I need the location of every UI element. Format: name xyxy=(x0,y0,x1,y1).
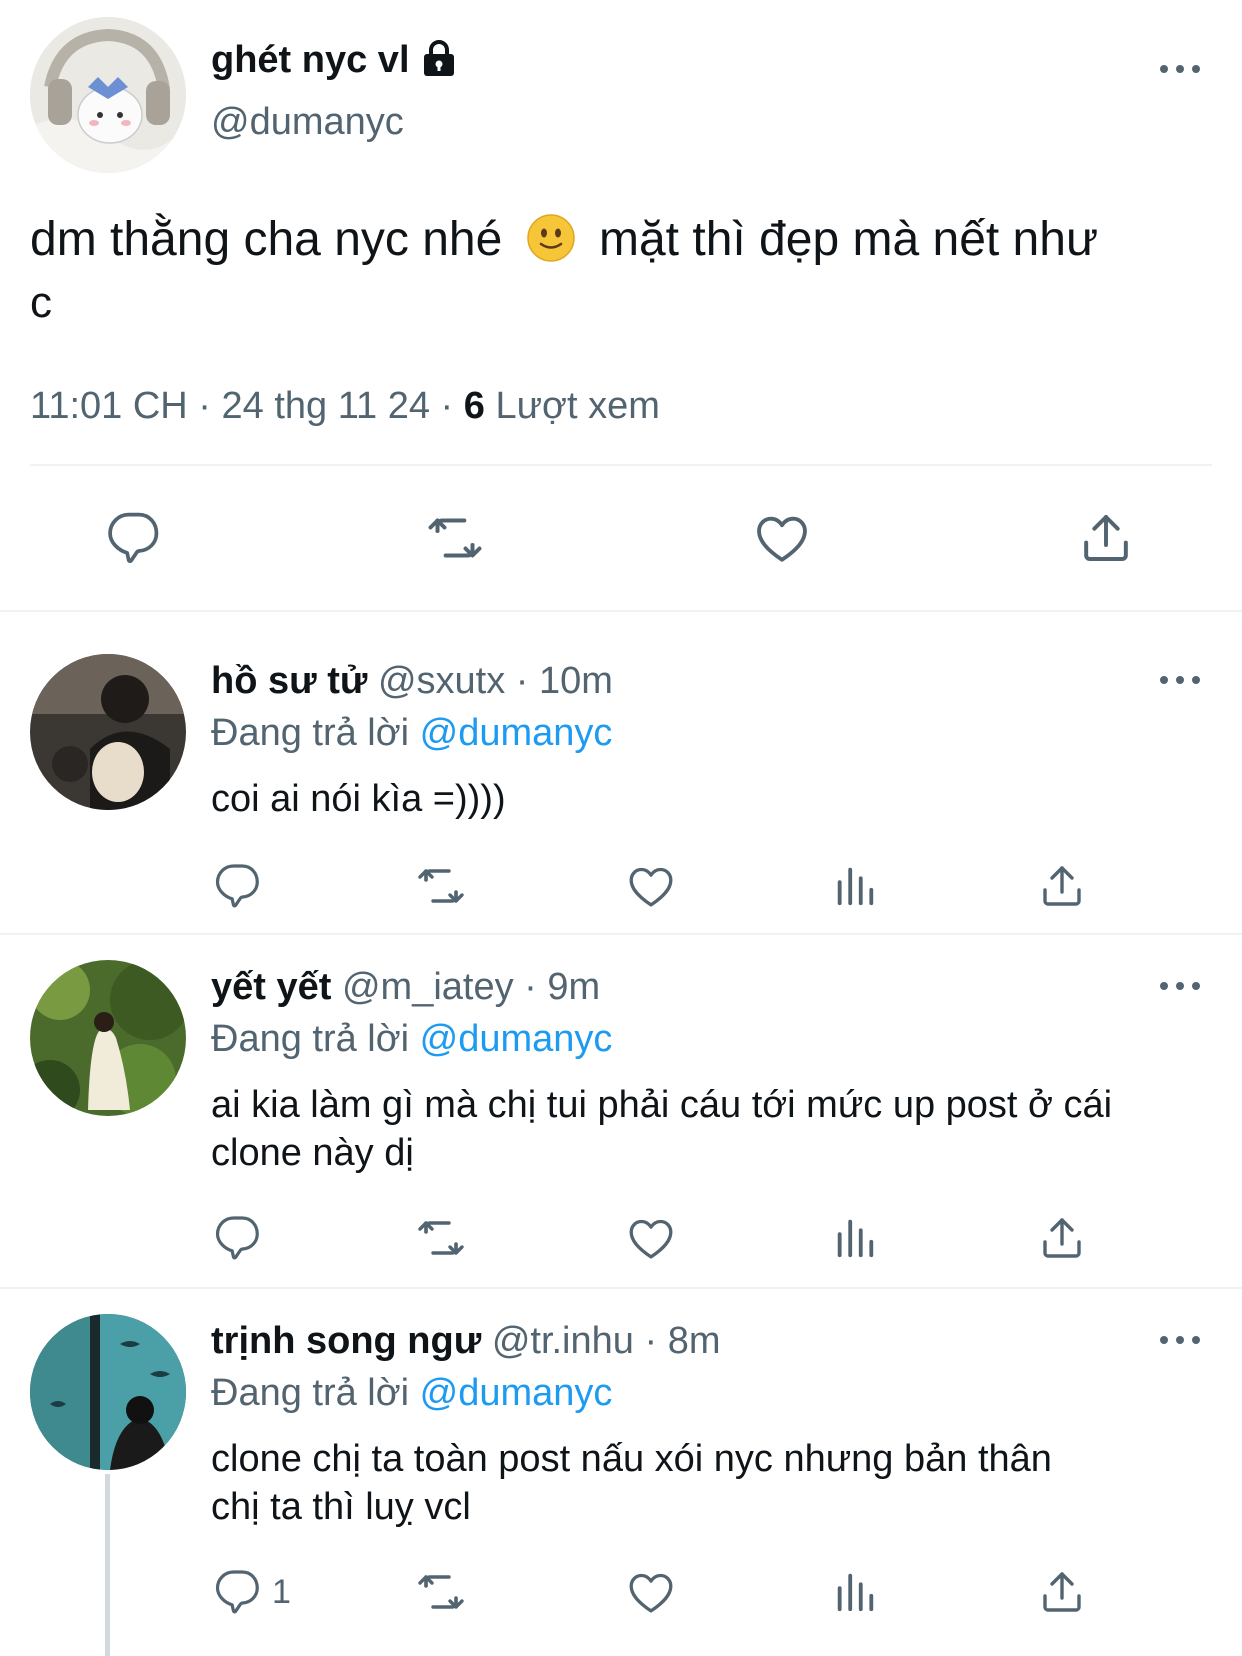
separator: · xyxy=(515,660,529,702)
more-icon[interactable] xyxy=(1160,1333,1200,1347)
tweet-time[interactable]: 11:01 CH xyxy=(30,385,188,427)
reply-text: coi ai nói kìa =)))) xyxy=(211,778,506,820)
divider xyxy=(30,464,1212,466)
divider xyxy=(0,1287,1242,1289)
views-icon xyxy=(832,862,878,910)
main-tweet-text: dm thằng cha nyc nhé mặt thì đẹp mà nết … xyxy=(30,208,1098,272)
retweet-button[interactable] xyxy=(424,510,486,566)
reply-icon xyxy=(214,862,262,910)
separator: · xyxy=(524,966,537,1008)
replying-to-link[interactable]: @dumanyc xyxy=(420,1018,613,1060)
replying-to: Đang trả lời @dumanyc xyxy=(211,1018,612,1061)
views-icon xyxy=(832,1568,878,1616)
more-icon[interactable] xyxy=(1160,62,1200,76)
views-count[interactable]: 6 xyxy=(464,385,485,427)
reply-icon xyxy=(106,510,162,566)
emoji-slight-smile xyxy=(526,213,576,263)
views-button[interactable] xyxy=(832,1568,878,1616)
share-button[interactable] xyxy=(1038,1568,1086,1616)
retweet-button[interactable] xyxy=(414,862,468,910)
replying-to-link[interactable]: @dumanyc xyxy=(420,1372,613,1414)
retweet-icon xyxy=(414,1568,468,1616)
tweet-text-part2: mặt thì đẹp mà nết như xyxy=(599,213,1099,266)
separator: · xyxy=(644,1320,658,1362)
like-button[interactable] xyxy=(753,510,811,568)
reply-avatar[interactable] xyxy=(30,654,186,810)
replying-to: Đang trả lời @dumanyc xyxy=(211,712,612,755)
more-icon[interactable] xyxy=(1160,979,1200,993)
reply-text-line2: chị ta thì luỵ vcl xyxy=(211,1486,471,1528)
reply-count: 1 xyxy=(272,1572,291,1611)
heart-icon xyxy=(626,1214,676,1264)
views-button[interactable] xyxy=(832,862,878,910)
main-author-avatar[interactable] xyxy=(30,17,186,173)
retweet-icon xyxy=(414,862,468,910)
reply-header: trịnh song ngư @tr.inhu · 8m xyxy=(211,1320,720,1363)
reply-author-handle[interactable]: @tr.inhu xyxy=(492,1320,634,1362)
views-button[interactable] xyxy=(832,1214,878,1262)
reply-time[interactable]: 8m xyxy=(668,1320,721,1362)
reply-author-name[interactable]: hồ sư tử xyxy=(211,660,367,702)
reply-text-line1: clone chị ta toàn post nấu xói nyc nhưng… xyxy=(211,1438,1052,1480)
reply-button[interactable] xyxy=(106,510,162,566)
tweet-text-part1: dm thằng cha nyc nhé xyxy=(30,213,503,266)
main-author-name[interactable]: ghét nyc vl xyxy=(211,39,410,82)
reply-text-line2: clone này dị xyxy=(211,1132,414,1174)
like-button[interactable] xyxy=(626,1568,676,1618)
reply-author-handle[interactable]: @sxutx xyxy=(378,660,505,702)
heart-icon xyxy=(753,510,811,568)
reply-header: yết yết @m_iatey · 9m xyxy=(211,966,600,1009)
divider xyxy=(0,933,1242,935)
reply-text-line1: ai kia làm gì mà chị tui phải cáu tới mứ… xyxy=(211,1084,1113,1126)
replying-to-link[interactable]: @dumanyc xyxy=(420,712,613,754)
reply-button[interactable]: 1 xyxy=(214,1568,291,1616)
tweet-text-line2: c xyxy=(30,278,52,327)
thread-line xyxy=(105,1474,110,1656)
heart-icon xyxy=(626,862,676,912)
like-button[interactable] xyxy=(626,1214,676,1264)
reply-button[interactable] xyxy=(214,1214,268,1262)
replying-label: Đang trả lời xyxy=(211,1372,410,1414)
divider xyxy=(0,610,1242,612)
reply-icon xyxy=(214,1214,262,1262)
separator: · xyxy=(198,385,211,427)
reply-author-name[interactable]: yết yết xyxy=(211,966,331,1008)
share-button[interactable] xyxy=(1038,1214,1086,1262)
retweet-button[interactable] xyxy=(414,1568,468,1616)
reply-button[interactable] xyxy=(214,862,268,910)
views-label[interactable]: Lượt xem xyxy=(495,385,659,427)
tweet-date[interactable]: 24 thg 11 24 xyxy=(222,385,430,427)
replying-to: Đang trả lời @dumanyc xyxy=(211,1372,612,1415)
lock-icon xyxy=(422,39,456,82)
like-button[interactable] xyxy=(626,862,676,912)
retweet-icon xyxy=(424,510,486,566)
reply-time[interactable]: 10m xyxy=(539,660,613,702)
share-icon xyxy=(1038,1568,1086,1616)
replying-label: Đang trả lời xyxy=(211,1018,410,1060)
tweet-meta: 11:01 CH · 24 thg 11 24 · 6 Lượt xem xyxy=(30,385,660,428)
heart-icon xyxy=(626,1568,676,1618)
replying-label: Đang trả lời xyxy=(211,712,410,754)
retweet-button[interactable] xyxy=(414,1214,468,1262)
main-author-handle[interactable]: @dumanyc xyxy=(211,101,404,144)
reply-time[interactable]: 9m xyxy=(547,966,600,1008)
reply-author-handle[interactable]: @m_iatey xyxy=(342,966,514,1008)
retweet-icon xyxy=(414,1214,468,1262)
share-icon xyxy=(1078,510,1134,566)
reply-avatar[interactable] xyxy=(30,1314,186,1470)
more-icon[interactable] xyxy=(1160,673,1200,687)
share-icon xyxy=(1038,862,1086,910)
views-icon xyxy=(832,1214,878,1262)
share-button[interactable] xyxy=(1078,510,1134,566)
share-button[interactable] xyxy=(1038,862,1086,910)
reply-author-name[interactable]: trịnh song ngư xyxy=(211,1320,481,1362)
separator: · xyxy=(440,385,454,427)
share-icon xyxy=(1038,1214,1086,1262)
reply-icon xyxy=(214,1568,262,1616)
reply-avatar[interactable] xyxy=(30,960,186,1116)
reply-header: hồ sư tử @sxutx · 10m xyxy=(211,660,613,703)
